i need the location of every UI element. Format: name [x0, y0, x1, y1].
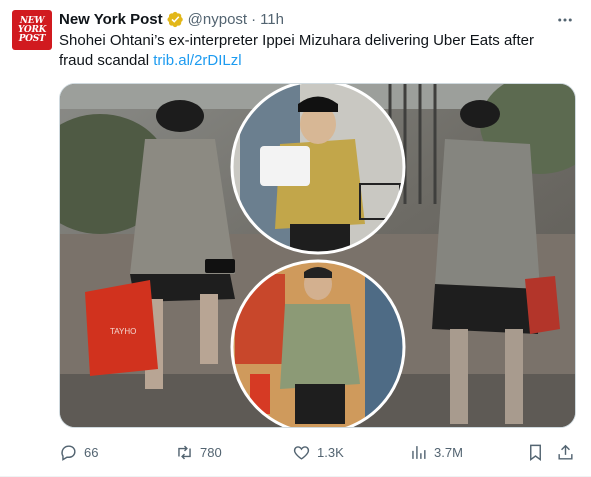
views-count: 3.7M [434, 444, 463, 460]
bag-label: TAYHO [110, 327, 136, 336]
verified-badge-icon[interactable] [167, 11, 184, 28]
tweet-text: Shohei Ohtani’s ex-interpreter Ippei Miz… [59, 31, 559, 71]
reply-button[interactable]: 66 [59, 440, 98, 464]
avatar[interactable]: NEW YORK POST [12, 10, 52, 50]
like-count: 1.3K [317, 444, 344, 460]
separator-dot: · [251, 10, 257, 28]
handle[interactable]: @nypost [188, 11, 247, 28]
media-photo-collage: TAYHO [60, 84, 575, 427]
repost-icon [178, 445, 191, 459]
heart-icon [293, 445, 310, 460]
reply-count: 66 [84, 444, 99, 460]
tweet-header: New York Post @nypost · 11h [59, 9, 284, 29]
share-icon [558, 444, 573, 460]
avatar-text-3: POST [18, 33, 46, 44]
repost-button[interactable]: 780 [175, 440, 222, 464]
tweet-body: Shohei Ohtani’s ex-interpreter Ippei Miz… [59, 32, 534, 69]
bookmark-icon [530, 444, 541, 461]
tweet-media[interactable]: TAYHO [59, 83, 576, 428]
share-button[interactable] [556, 440, 575, 464]
more-dots-icon[interactable] [555, 10, 575, 30]
timestamp[interactable]: 11h [260, 11, 284, 28]
bookmark-button[interactable] [526, 440, 545, 464]
reply-icon [61, 444, 76, 461]
tweet-link[interactable]: trib.al/2rDILzl [153, 52, 241, 69]
views-button[interactable]: 3.7M [409, 440, 463, 464]
tweet[interactable]: NEW YORK POST New York Post @nypost · 11… [0, 0, 591, 477]
views-chart-icon [412, 445, 426, 459]
like-button[interactable]: 1.3K [292, 440, 344, 464]
tweet-actions: 66 780 1.3K 3.7M [59, 440, 576, 464]
display-name[interactable]: New York Post [59, 11, 163, 28]
repost-count: 780 [200, 444, 222, 460]
